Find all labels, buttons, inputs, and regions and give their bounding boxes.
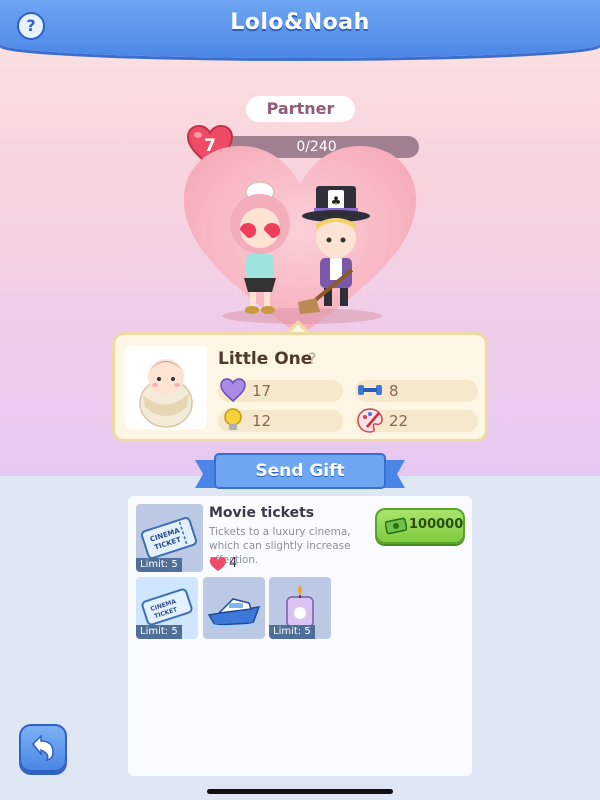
- stat-art: 22: [355, 408, 478, 433]
- stat-affection-value: 17: [252, 382, 272, 400]
- back-arrow-icon: [31, 734, 54, 761]
- stat-intelligence-value: 12: [252, 412, 272, 430]
- palette-icon: [357, 408, 383, 433]
- dumbbell-icon: [358, 385, 382, 395]
- gift-item-limit: Limit: 5: [269, 625, 315, 639]
- couple-characters: ♣: [222, 181, 382, 324]
- baby-portrait: [125, 345, 207, 429]
- baby-avatar: [139, 359, 193, 428]
- cash-icon: [385, 517, 407, 535]
- gift-item-candle[interactable]: Limit: 5: [269, 577, 331, 639]
- selected-gift-thumbnail: CINEMA TICKET Limit: 5: [136, 504, 203, 572]
- send-gift-button[interactable]: Send Gift: [215, 456, 385, 486]
- gift-item-movie-ticket[interactable]: CINEMA TICKET Limit: 5: [136, 577, 198, 639]
- baby-info-help-button[interactable]: ?: [308, 349, 317, 368]
- stat-strength-value: 8: [389, 382, 399, 400]
- stat-affection: 17: [218, 378, 343, 402]
- baby-info-card: Little One ? 17 8 12 22: [112, 332, 488, 442]
- back-button[interactable]: [19, 724, 67, 772]
- partner-label: Partner: [246, 96, 355, 122]
- lightbulb-icon: [224, 408, 242, 430]
- header-bar: Lolo&Noah ?: [0, 0, 600, 58]
- stat-intelligence: 12: [218, 408, 343, 432]
- help-button[interactable]: ?: [17, 12, 45, 40]
- home-indicator: [207, 789, 393, 794]
- buy-gift-button[interactable]: 100000: [375, 508, 465, 544]
- purple-heart-icon: [220, 378, 246, 402]
- gift-price: 100000: [409, 517, 464, 532]
- svg-text:♣: ♣: [331, 194, 342, 208]
- stat-art-value: 22: [389, 412, 409, 430]
- baby-name: Little One: [218, 349, 313, 369]
- gift-item-yacht[interactable]: [203, 577, 265, 639]
- page-title: Lolo&Noah: [230, 10, 370, 35]
- stat-strength: 8: [355, 380, 478, 402]
- selected-gift-limit: Limit: 5: [136, 558, 182, 572]
- yacht-icon: [207, 598, 261, 628]
- gift-affection-value: 4: [229, 556, 238, 571]
- heart-icon: [210, 557, 226, 571]
- gift-title: Movie tickets: [209, 505, 315, 521]
- gift-item-limit: Limit: 5: [136, 625, 182, 639]
